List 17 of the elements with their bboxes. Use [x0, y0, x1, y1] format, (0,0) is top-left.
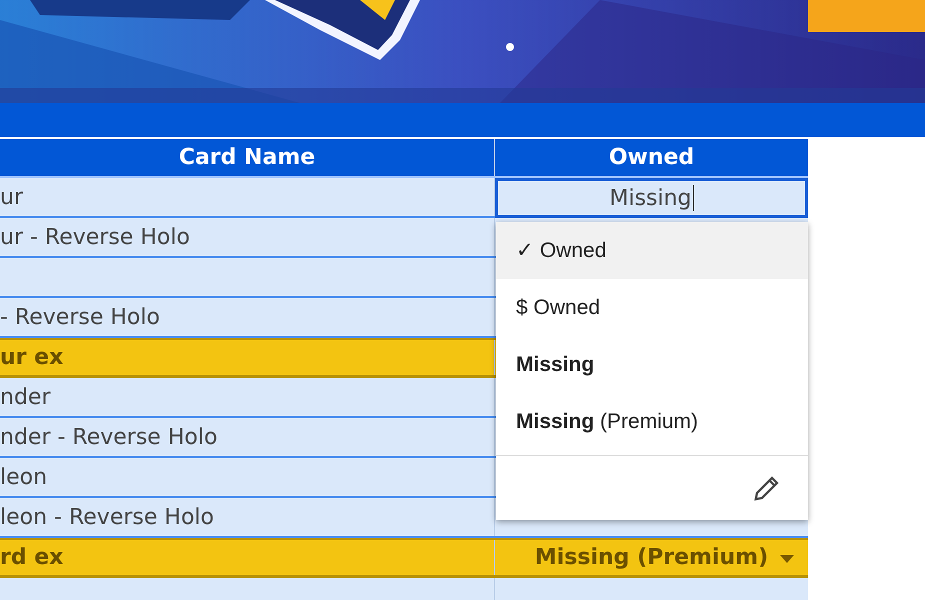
column-header: Card Name — [0, 139, 495, 176]
table-cell: ur ex — [0, 340, 495, 375]
cell-editor[interactable]: Missing — [495, 178, 808, 218]
table-cell: nder — [0, 378, 495, 416]
table-cell: nder - Reverse Holo — [0, 418, 495, 456]
table-cell: ur - Reverse Holo — [0, 218, 495, 256]
menu-item[interactable]: $ Owned — [496, 279, 808, 336]
dropdown-arrow-icon[interactable] — [780, 555, 794, 563]
table-cell: rd ex — [0, 540, 495, 575]
table-cell: - Reverse Holo — [0, 298, 495, 336]
owned-value: Missing (Premium) — [534, 545, 768, 570]
menu-item[interactable]: Missing (Premium) — [496, 393, 808, 450]
menu-item[interactable]: ✓ Owned — [496, 222, 808, 279]
column-header: Owned — [608, 144, 696, 172]
menu-item[interactable]: Missing — [496, 336, 808, 393]
table-cell: leon - Reverse Holo — [0, 498, 495, 536]
table-cell: leon — [0, 458, 495, 496]
